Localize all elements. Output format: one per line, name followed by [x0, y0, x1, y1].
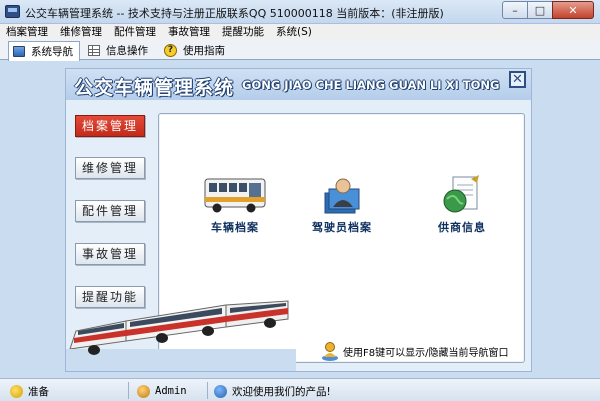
- sidebar-item-repair[interactable]: 维修管理: [75, 157, 145, 179]
- tab-user-guide[interactable]: ? 使用指南: [160, 41, 231, 60]
- hint-user-icon: [322, 342, 338, 361]
- window-controls: – □ ✕: [502, 1, 594, 19]
- system-title: 公交车辆管理系统: [74, 77, 235, 99]
- module-supplier-info[interactable]: 供商信息: [422, 173, 502, 235]
- tab-info-operation[interactable]: 信息操作: [84, 41, 154, 60]
- system-banner: 公交车辆管理系统 GONG JIAO CHE LIANG GUAN LI XI …: [66, 69, 531, 100]
- status-divider: [207, 382, 208, 399]
- tab-bar: 系统导航 信息操作 ? 使用指南: [0, 39, 600, 61]
- menu-parts[interactable]: 配件管理: [114, 24, 156, 39]
- menu-system[interactable]: 系统(S): [276, 24, 312, 39]
- window-title: 公交车辆管理系统 -- 技术支持与注册正版联系QQ 510000118 当前版本…: [25, 7, 444, 20]
- sidebar-item-archive[interactable]: 档案管理: [75, 115, 145, 137]
- maximize-button[interactable]: □: [527, 1, 553, 19]
- status-ready: 准备: [10, 383, 49, 399]
- system-subtitle: GONG JIAO CHE LIANG GUAN LI XI TONG: [242, 78, 500, 92]
- f8-hint: 使用F8键可以显示/隐藏当前导航窗口: [321, 341, 508, 361]
- module-label: 驾驶员档案: [312, 221, 372, 234]
- tab-label: 信息操作: [106, 45, 148, 57]
- menu-reminder[interactable]: 提醒功能: [222, 24, 264, 39]
- status-bar: 准备 Admin 欢迎使用我们的产品!: [0, 378, 600, 401]
- status-divider: [128, 382, 129, 399]
- driver-icon: [324, 178, 360, 214]
- module-label: 供商信息: [438, 221, 486, 234]
- menu-accident[interactable]: 事故管理: [168, 24, 210, 39]
- sidebar-item-accident[interactable]: 事故管理: [75, 243, 145, 265]
- menu-repair[interactable]: 维修管理: [60, 24, 102, 39]
- help-icon: ?: [164, 44, 177, 57]
- status-ready-text: 准备: [28, 385, 49, 398]
- module-label: 车辆档案: [211, 221, 259, 234]
- module-vehicle-archive[interactable]: 车辆档案: [195, 175, 275, 235]
- globe-document-icon: [443, 175, 479, 213]
- tab-label: 使用指南: [183, 45, 225, 57]
- user-icon: [137, 384, 150, 398]
- monitor-icon: [13, 46, 25, 57]
- navigation-panel: 公交车辆管理系统 GONG JIAO CHE LIANG GUAN LI XI …: [65, 68, 532, 372]
- module-driver-archive[interactable]: 驾驶员档案: [302, 173, 382, 235]
- menu-archive[interactable]: 档案管理: [6, 24, 48, 39]
- welcome-icon: [214, 384, 227, 398]
- close-panel-button[interactable]: ✕: [509, 71, 526, 88]
- menu-bar: 档案管理 维修管理 配件管理 事故管理 提醒功能 系统(S): [0, 24, 600, 39]
- hint-text: 使用F8键可以显示/隐藏当前导航窗口: [343, 347, 509, 359]
- ready-icon: [10, 384, 23, 398]
- status-user: Admin: [137, 383, 187, 399]
- minimize-button[interactable]: –: [502, 1, 528, 19]
- status-welcome: 欢迎使用我们的产品!: [214, 383, 331, 399]
- app-icon: [5, 5, 20, 18]
- bus-illustration: [66, 300, 296, 371]
- status-user-text: Admin: [155, 385, 187, 397]
- bus-icon: [204, 178, 266, 213]
- status-welcome-text: 欢迎使用我们的产品!: [232, 385, 331, 398]
- window-title-bar: 公交车辆管理系统 -- 技术支持与注册正版联系QQ 510000118 当前版本…: [0, 0, 600, 24]
- sidebar-item-parts[interactable]: 配件管理: [75, 200, 145, 222]
- close-window-button[interactable]: ✕: [552, 1, 594, 19]
- grid-icon: [88, 45, 100, 56]
- tab-system-navigation[interactable]: 系统导航: [8, 41, 80, 61]
- tab-label: 系统导航: [31, 46, 73, 58]
